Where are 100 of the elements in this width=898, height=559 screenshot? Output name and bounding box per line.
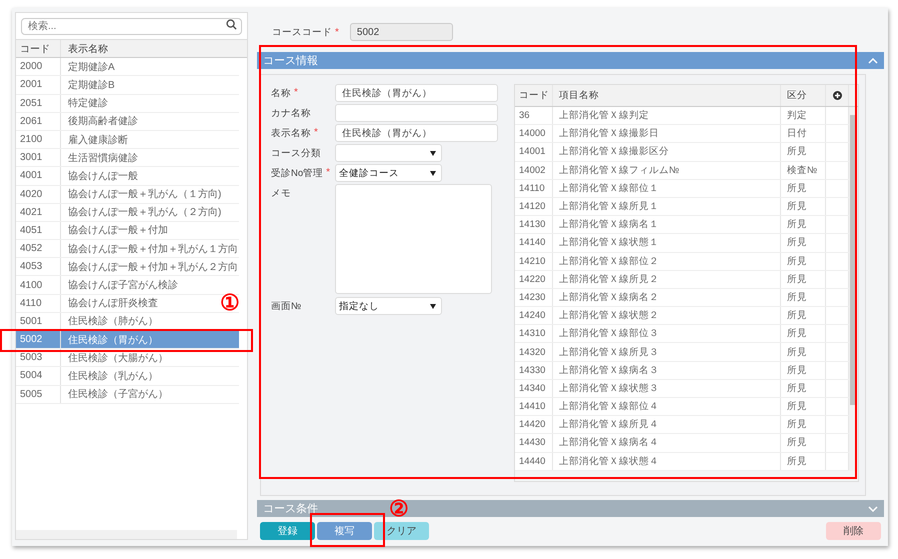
table-cell: 上部消化管Ｘ線撮影日 xyxy=(553,125,781,142)
table-cell: 14220 xyxy=(515,270,553,288)
table-cell: 上部消化管Ｘ線所見２ xyxy=(553,270,781,288)
dropdown[interactable]: 指定なし xyxy=(335,297,442,315)
table-cell-text: 協会けんぽ一般＋乳がん（２方向) xyxy=(67,206,222,220)
table-cell-text: 協会けんぽ一般 xyxy=(67,170,138,183)
list-row[interactable]: 4020 協会けんぽ一般＋乳がん（１方向) xyxy=(16,186,239,204)
table-cell: 14002 xyxy=(515,162,553,179)
table-cell: 上部消化管Ｘ線状態２ xyxy=(553,307,781,324)
dropdown-arrow-icon xyxy=(430,304,436,308)
text-field[interactable]: 住民検診（胃がん） xyxy=(335,84,498,102)
table-cell-text: 定期健診B xyxy=(67,78,115,92)
table-cell-text: 後期高齢者健診 xyxy=(67,114,138,128)
table-cell: 2000 xyxy=(16,58,61,76)
table-cell: 14001 xyxy=(515,143,553,161)
callout-number: ② xyxy=(389,498,409,520)
list-row[interactable]: 2051 特定健診 xyxy=(16,94,239,113)
table-cell: 4100 xyxy=(16,276,61,294)
table-cell-text: 住民検診（乳がん） xyxy=(67,370,158,383)
table-cell: 36 xyxy=(515,107,553,124)
table-cell: 2100 xyxy=(16,130,61,148)
list-row[interactable]: 2001 定期健診B xyxy=(16,76,239,95)
table-cell-text: 協会けんぽ一般＋付加＋乳がん２方向 xyxy=(67,260,238,274)
list-row[interactable]: 2061 後期高齢者健診 xyxy=(16,112,239,131)
list-row[interactable]: 4001 協会けんぽ一般 xyxy=(16,167,239,186)
table-cell: 所見 xyxy=(781,234,826,252)
table-cell: 上部消化管Ｘ線病名２ xyxy=(553,288,781,306)
required-mark: * xyxy=(294,87,298,98)
list-row[interactable]: 2000 定期健診A xyxy=(16,58,239,76)
field-label: コース分類 xyxy=(271,147,321,160)
table-cell: 4051 xyxy=(16,222,61,240)
list-row[interactable]: 5004 住民検診（乳がん） xyxy=(16,367,239,386)
add-icon[interactable] xyxy=(832,91,842,100)
memo-field[interactable] xyxy=(335,184,492,294)
course-code-field[interactable]: 5002 xyxy=(350,23,453,41)
dropdown-arrow-icon xyxy=(430,150,436,156)
table-cell: 所見 xyxy=(781,143,826,161)
table-cell: 上部消化管Ｘ線部位２ xyxy=(553,252,781,270)
table-cell: 14420 xyxy=(515,416,553,434)
column-header: 項目名称 xyxy=(553,85,781,106)
table-cell-text: 住民検診（肺がん） xyxy=(67,314,158,328)
table-cell: 所見 xyxy=(781,307,826,324)
search-icon xyxy=(226,19,237,30)
table-cell-text: 協会けんぽ一般＋乳がん（１方向) xyxy=(67,188,222,202)
table-cell-text: 住民検診（胃がん） xyxy=(67,334,158,347)
table-cell-text: 協会けんぽ子宮がん検診 xyxy=(67,278,178,292)
text-field[interactable] xyxy=(335,104,498,122)
table-cell: 14210 xyxy=(515,252,553,270)
action-button[interactable]: 登録 xyxy=(260,522,315,540)
table-cell: 2001 xyxy=(16,76,61,94)
list-row[interactable]: 5003 住民検診（大腸がん） xyxy=(16,349,239,368)
table-cell: 所見 xyxy=(781,252,826,270)
table-cell: 3001 xyxy=(16,149,61,166)
table-cell: 所見 xyxy=(781,362,826,379)
table-cell: 所見 xyxy=(781,398,826,416)
list-row[interactable]: 3001 生活習慣病健診 xyxy=(16,149,239,168)
table-cell: 14000 xyxy=(515,125,553,142)
table-cell: 上部消化管Ｘ線部位３ xyxy=(553,325,781,342)
table-cell: 14410 xyxy=(515,398,553,416)
table-cell: 所見 xyxy=(781,452,826,470)
table-cell: 2051 xyxy=(16,94,61,112)
table-cell: 5003 xyxy=(16,349,61,366)
table-cell: 5005 xyxy=(16,386,61,403)
table-cell: 4110 xyxy=(16,294,61,312)
text-field[interactable]: 住民検診（胃がん） xyxy=(335,124,498,142)
table-cell: 上部消化管Ｘ線撮影区分 xyxy=(553,143,781,161)
search-field[interactable]: 検索... xyxy=(21,18,242,35)
dropdown[interactable]: 全健診コース xyxy=(335,164,442,182)
list-row[interactable]: 4021 協会けんぽ一般＋乳がん（２方向) xyxy=(16,204,239,222)
table-cell: 14240 xyxy=(515,307,553,324)
column-header: コード xyxy=(16,40,61,58)
table-cell: 所見 xyxy=(781,288,826,306)
table-cell: 上部消化管Ｘ線フィルム№ xyxy=(553,162,781,179)
callout-number: ① xyxy=(220,292,240,314)
table-cell: 上部消化管Ｘ線状態４ xyxy=(553,452,781,470)
table-cell: 所見 xyxy=(781,416,826,434)
column-header: コード xyxy=(515,85,553,106)
table-cell: 14330 xyxy=(515,362,553,379)
horizontal-scrollbar[interactable] xyxy=(16,530,237,539)
list-row[interactable]: 5005 住民検診（子宮がん） xyxy=(16,386,239,404)
dropdown[interactable] xyxy=(335,144,442,162)
table-cell: 上部消化管Ｘ線所見４ xyxy=(553,416,781,434)
required-mark: * xyxy=(326,167,330,178)
table-cell: 所見 xyxy=(781,325,826,342)
list-row[interactable]: 2100 雇入健康診断 xyxy=(16,130,239,150)
field-label: 受診No管理 xyxy=(271,167,324,180)
table-cell: 所見 xyxy=(781,198,826,216)
table-cell: 14430 xyxy=(515,434,553,452)
list-row[interactable]: 4053 協会けんぽ一般＋付加＋乳がん２方向 xyxy=(16,258,239,276)
column-header: 区分 xyxy=(781,85,826,106)
table-cell: 上部消化管Ｘ線部位４ xyxy=(553,398,781,416)
table-cell: 上部消化管Ｘ線部位１ xyxy=(553,180,781,197)
list-row[interactable]: 4052 協会けんぽ一般＋付加＋乳がん１方向 xyxy=(16,240,239,258)
table-cell: 検査№ xyxy=(781,162,826,179)
list-row[interactable]: 4051 協会けんぽ一般＋付加 xyxy=(16,222,239,240)
table-cell: 14440 xyxy=(515,452,553,470)
table-cell: 上部消化管Ｘ線病名１ xyxy=(553,216,781,234)
table-cell: 14130 xyxy=(515,216,553,234)
table-cell-text: 生活習慣病健診 xyxy=(67,152,138,165)
field-label: メモ xyxy=(271,187,291,200)
